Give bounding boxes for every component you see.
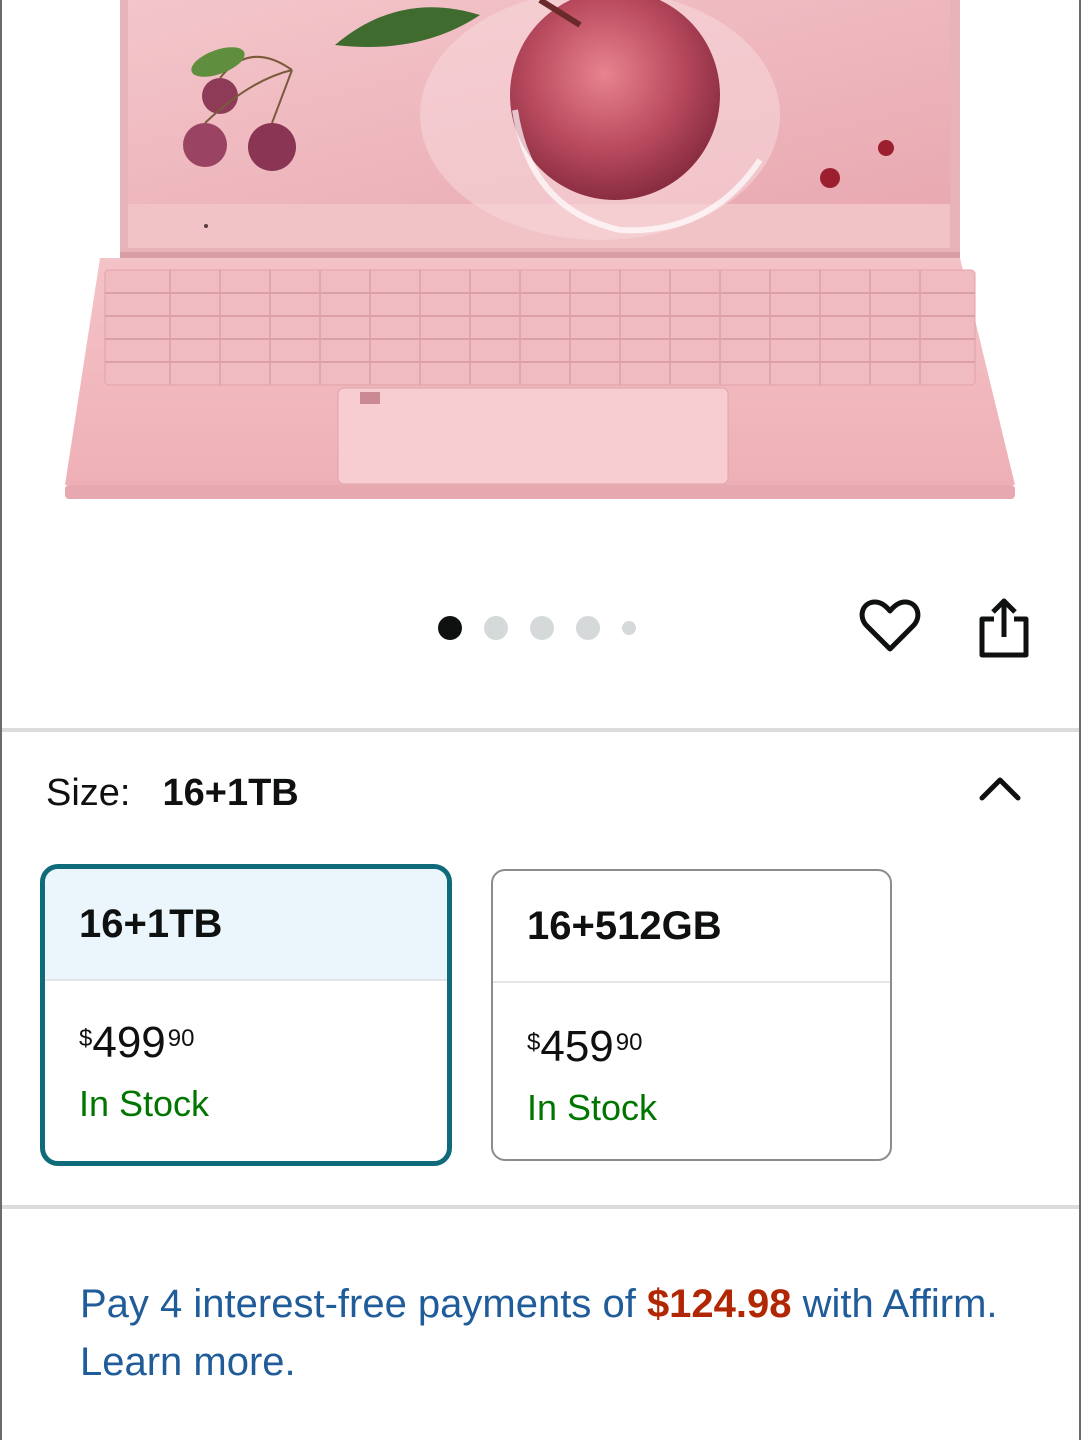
carousel-dot-active[interactable] xyxy=(438,616,462,640)
section-divider xyxy=(2,728,1079,732)
affirm-text-before: Pay 4 interest-free payments of xyxy=(80,1282,647,1326)
affirm-financing-link[interactable]: Pay 4 interest-free payments of $124.98 … xyxy=(80,1275,1020,1391)
left-frame-edge xyxy=(0,0,2,1440)
availability-status: In Stock xyxy=(79,1083,210,1124)
carousel-dot[interactable] xyxy=(484,616,508,640)
affirm-payment-amount: $124.98 xyxy=(646,1282,792,1326)
option-price: $ 459 90 xyxy=(527,1025,890,1069)
price-whole: 499 xyxy=(92,1018,166,1067)
size-label: Size: xyxy=(46,772,131,814)
wishlist-button[interactable] xyxy=(858,596,922,656)
selected-size-value: 16+1TB xyxy=(162,772,299,814)
share-icon xyxy=(979,598,1029,658)
size-option-16-512gb[interactable]: 16+512GB $ 459 90 In Stock xyxy=(491,869,892,1161)
carousel-dot[interactable] xyxy=(530,616,554,640)
price-currency: $ xyxy=(79,1025,93,1052)
carousel-dot[interactable] xyxy=(622,621,636,635)
option-name: 16+512GB xyxy=(493,871,890,983)
carousel-dot[interactable] xyxy=(576,616,600,640)
size-selector-header: Size: 16+1TB xyxy=(46,772,299,815)
option-price: $ 499 90 xyxy=(79,1021,447,1065)
option-name: 16+1TB xyxy=(45,869,447,981)
collapse-size-button[interactable] xyxy=(975,770,1025,806)
section-divider xyxy=(2,1205,1079,1209)
price-currency: $ xyxy=(527,1029,541,1056)
share-button[interactable] xyxy=(974,596,1034,660)
product-image[interactable] xyxy=(60,0,1020,510)
price-fraction: 90 xyxy=(615,1029,643,1056)
availability-status: In Stock xyxy=(527,1087,658,1128)
image-carousel-dots[interactable] xyxy=(438,615,658,641)
size-option-16-1tb[interactable]: 16+1TB $ 499 90 In Stock xyxy=(40,864,452,1166)
chevron-up-icon xyxy=(979,777,1021,801)
price-whole: 459 xyxy=(540,1022,614,1071)
price-fraction: 90 xyxy=(167,1025,195,1052)
heart-icon xyxy=(859,599,921,652)
